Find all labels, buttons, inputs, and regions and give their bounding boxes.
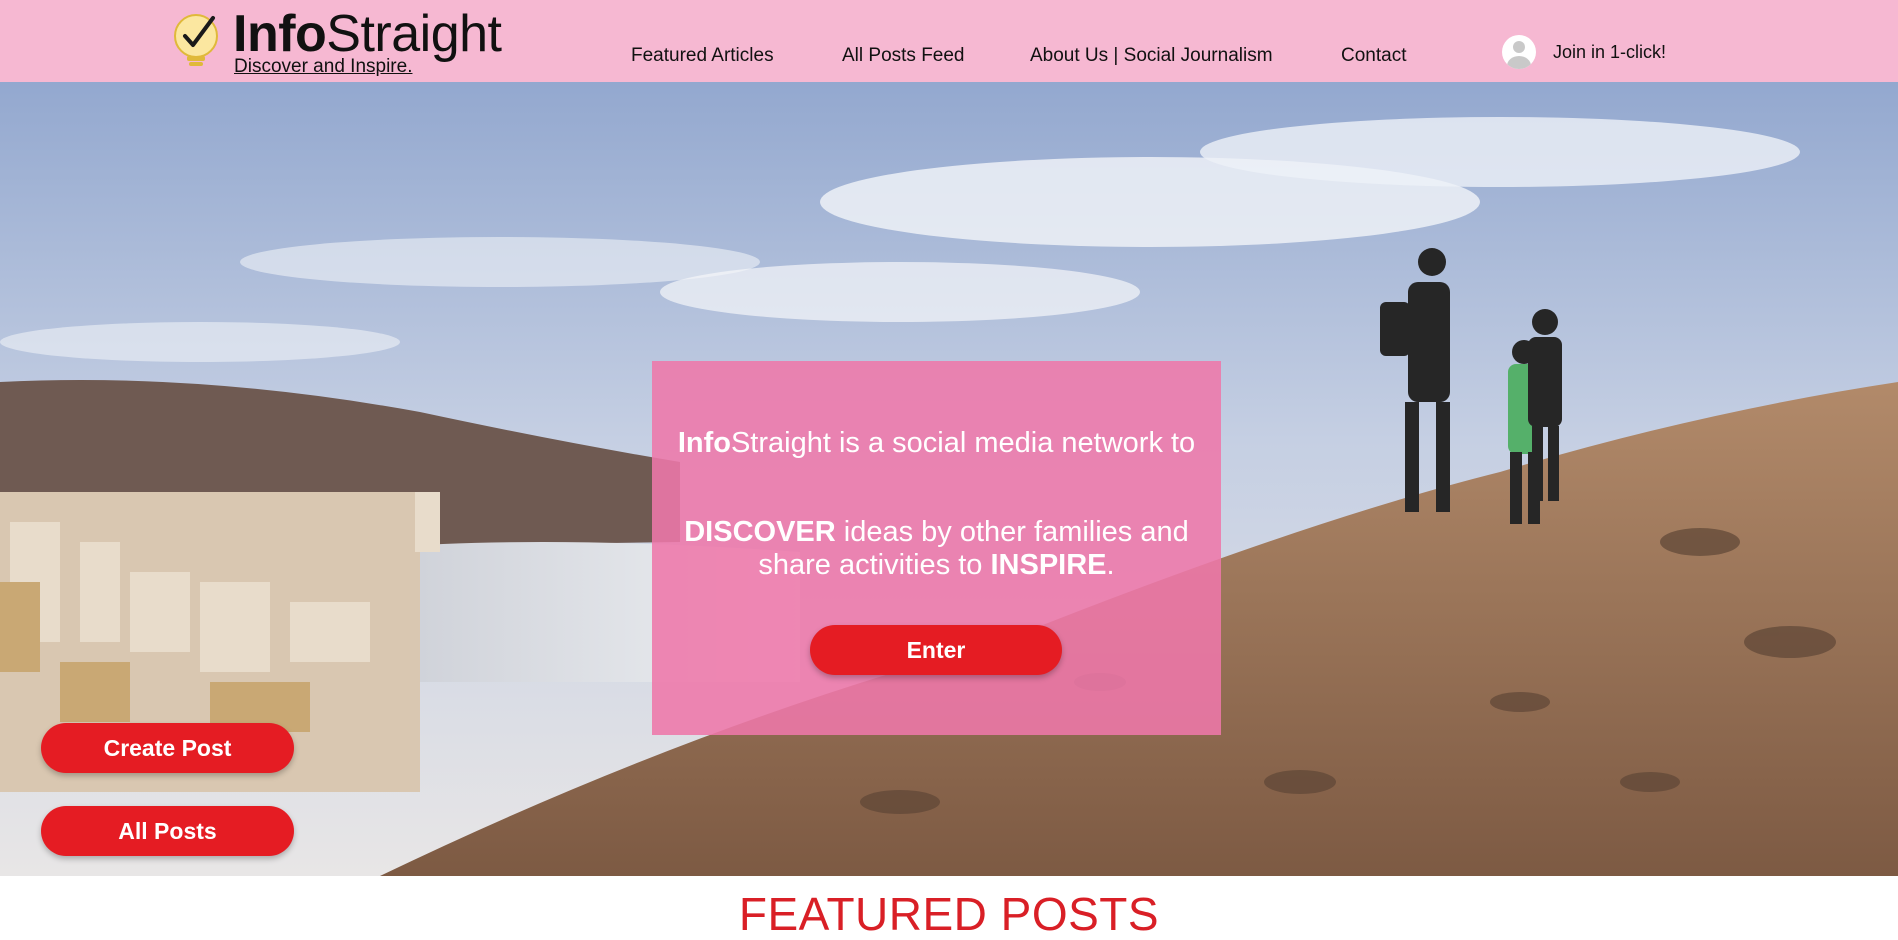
nav-about-us[interactable]: About Us | Social Journalism: [1030, 45, 1273, 67]
intro-description-end: .: [1106, 549, 1115, 581]
nav-contact[interactable]: Contact: [1341, 45, 1406, 67]
all-posts-button[interactable]: All Posts: [41, 806, 294, 856]
brand-light: Straight: [326, 5, 502, 63]
tagline-link[interactable]: Discover and Inspire.: [234, 56, 412, 78]
intro-headline: InfoStraight is a social media network t…: [652, 429, 1221, 458]
intro-description: DISCOVER ideas by other families and sha…: [652, 516, 1221, 582]
hero-section: InfoStraight is a social media network t…: [0, 82, 1898, 876]
join-label: Join in 1-click!: [1553, 41, 1667, 62]
featured-posts-heading: FEATURED POSTS: [738, 888, 1160, 940]
create-post-button[interactable]: Create Post: [41, 723, 294, 773]
enter-button[interactable]: Enter: [810, 625, 1062, 675]
join-login-button[interactable]: Join in 1-click!: [1502, 35, 1666, 69]
brand-name[interactable]: InfoStraight: [233, 4, 502, 64]
nav-featured-articles[interactable]: Featured Articles: [631, 45, 774, 67]
lightbulb-check-icon[interactable]: [172, 12, 224, 70]
inspire-word: INSPIRE: [990, 549, 1107, 581]
intro-headline-rest: Straight is a social media network to: [730, 427, 1196, 459]
intro-panel: InfoStraight is a social media network t…: [652, 361, 1221, 735]
intro-brand-bold: Info: [677, 427, 731, 459]
user-avatar-icon: [1502, 35, 1536, 69]
site-header: InfoStraight Discover and Inspire. Featu…: [0, 0, 1898, 82]
discover-word: DISCOVER: [684, 516, 836, 548]
brand-bold: Info: [233, 5, 327, 63]
nav-all-posts-feed[interactable]: All Posts Feed: [842, 45, 965, 67]
